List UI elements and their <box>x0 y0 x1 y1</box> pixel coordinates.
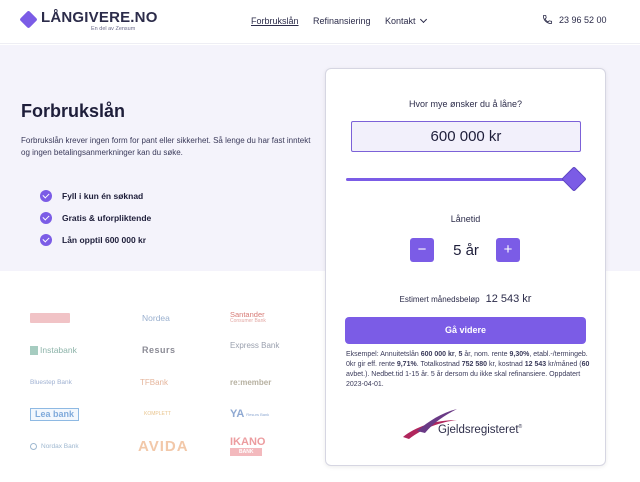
bluestep-logo: Bluestep Bank <box>30 378 72 386</box>
check-icon <box>40 190 52 202</box>
instabank-name: Instabank <box>40 345 77 355</box>
gjeldsregisteret-logo: Gjeldsregisteret® <box>401 407 531 442</box>
instabank-mark-icon <box>30 345 38 355</box>
nav-kontakt[interactable]: Kontakt <box>385 15 427 26</box>
benefit-label: Lån opptil 600 000 kr <box>62 235 147 245</box>
nav-kontakt-label: Kontakt <box>385 16 416 26</box>
benefit-list: Fyll i kun én søknad Gratis & uforplikte… <box>40 185 151 251</box>
ikano-logo: IKANO BANK <box>226 430 300 462</box>
santander-sub: Consumer Bank <box>230 318 266 324</box>
header: LÅNGIVERE.NO En del av Zensum Forbrukslå… <box>0 0 640 44</box>
avida-logo: AVIDA <box>138 437 189 455</box>
ya-name: YA <box>230 408 245 420</box>
loan-amount-input[interactable]: 600 000 kr <box>351 121 581 152</box>
term-value: 5 år <box>453 242 479 259</box>
ya-sub: Resurs Bank <box>246 411 270 417</box>
check-icon <box>40 212 52 224</box>
benefit-item: Gratis & uforpliktende <box>40 207 151 229</box>
continue-button[interactable]: Gå videre <box>345 317 586 344</box>
intro-text: Forbrukslån krever ingen form for pant e… <box>21 136 311 157</box>
logo-tagline: En del av Zensum <box>91 26 136 32</box>
loan-example-disclaimer: Eksempel: Annuitetslån 600 000 kr, 5 år,… <box>346 351 590 388</box>
gjeldsregisteret-label: Gjeldsregisteret® <box>438 424 522 436</box>
phone-icon <box>542 14 553 25</box>
benefit-item: Lån opptil 600 000 kr <box>40 229 151 251</box>
amount-slider-handle[interactable] <box>561 166 587 192</box>
phone-number: 23 96 52 00 <box>559 14 607 25</box>
gjeldsregisteret-name: Gjeldsregisteret <box>438 424 519 436</box>
monthly-label: Estimert månedsbeløp <box>399 295 480 304</box>
ikano-name: IKANO <box>230 435 266 448</box>
sparebank-badge <box>30 313 70 323</box>
logo-diamond-icon <box>19 10 38 29</box>
sparebank-logo <box>30 302 128 334</box>
nav-refinansiering[interactable]: Refinansiering <box>313 16 371 26</box>
komplett-logo: KOMPLETT <box>144 411 171 417</box>
nordax-name: Nordax Bank <box>41 442 79 450</box>
lea-bank-name: Lea bank <box>30 407 80 421</box>
remember-logo: re:member <box>230 377 272 387</box>
lea-bank-logo: Lea bank <box>30 398 128 430</box>
ikano-bank: BANK <box>230 447 263 456</box>
benefit-label: Gratis & uforpliktende <box>62 213 152 223</box>
resurs-logo: Resurs <box>142 345 176 355</box>
nordea-logo: Nordea <box>142 313 170 323</box>
nordax-mark-icon <box>30 442 37 450</box>
partner-logos: Nordea Santander Consumer Bank Instabank … <box>30 302 300 462</box>
benefit-item: Fyll i kun én søknad <box>40 185 151 207</box>
express-name: Express Bank <box>230 341 280 350</box>
term-label: Lånetid <box>450 214 481 224</box>
amount-question: Hvor mye ønsker du å låne? <box>408 99 523 109</box>
express-bank-logo: Express Bank <box>226 334 300 366</box>
logo[interactable]: LÅNGIVERE.NO En del av Zensum <box>19 9 158 32</box>
check-icon <box>40 234 52 246</box>
registered-mark: ® <box>518 424 523 431</box>
amount-slider-track[interactable] <box>346 178 574 181</box>
loan-calculator: Hvor mye ønsker du å låne? 600 000 kr Lå… <box>325 68 606 466</box>
nav-forbrukslan[interactable]: Forbrukslån <box>251 16 299 26</box>
chevron-down-icon <box>419 15 427 24</box>
monthly-value: 12 543 kr <box>485 293 532 305</box>
page-title: Forbrukslån <box>21 101 126 121</box>
instabank-logo: Instabank <box>30 334 128 366</box>
phone-link[interactable]: 23 96 52 00 <box>542 14 607 25</box>
term-increase-button[interactable]: + <box>496 238 520 262</box>
logo-name: LÅNGIVERE.NO <box>41 9 158 26</box>
monthly-estimate: Estimert månedsbeløp 12 543 kr <box>326 293 605 305</box>
santander-logo: Santander Consumer Bank <box>226 302 300 334</box>
nordax-logo: Nordax Bank <box>30 430 128 462</box>
term-decrease-button[interactable]: − <box>410 238 434 262</box>
ya-bank-logo: YA Resurs Bank <box>226 398 300 430</box>
tfbank-logo: TFBank <box>140 377 169 387</box>
benefit-label: Fyll i kun én søknad <box>62 191 144 201</box>
